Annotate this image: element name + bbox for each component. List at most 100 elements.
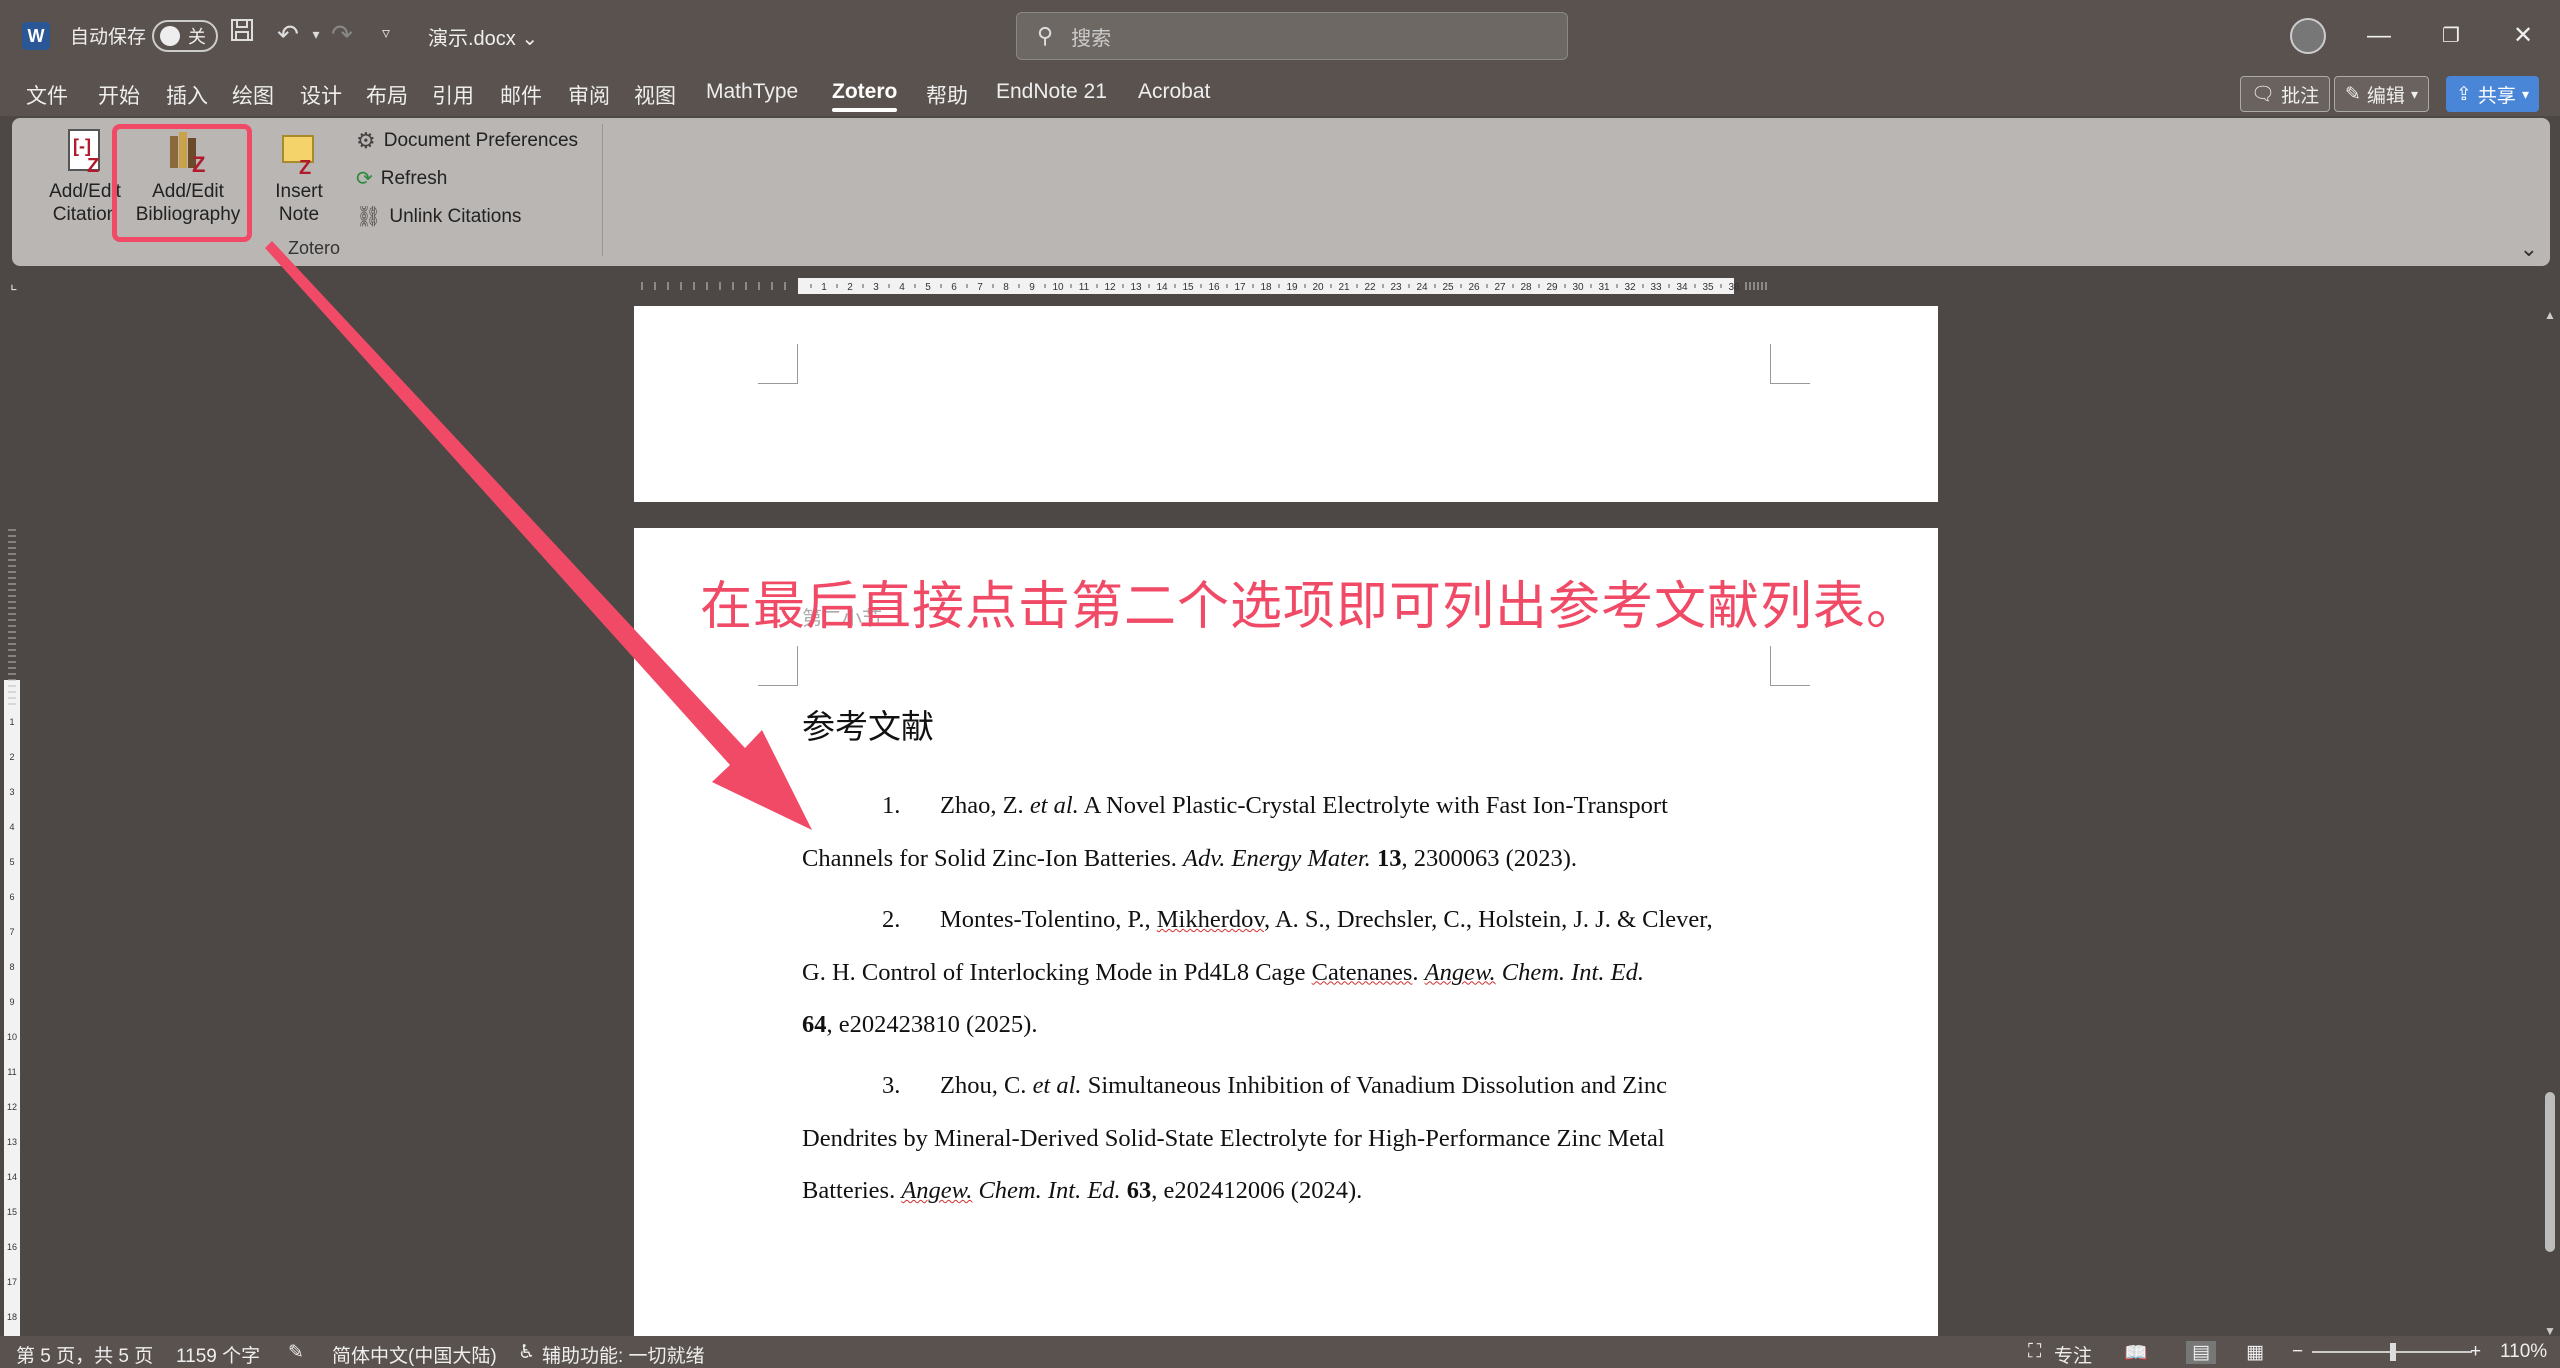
- ruler-tick-label: 7: [9, 927, 14, 937]
- tab-zotero[interactable]: Zotero: [832, 80, 898, 112]
- tab-insert[interactable]: 插入: [166, 80, 208, 110]
- tab-endnote[interactable]: EndNote 21: [996, 80, 1107, 104]
- tab-acrobat[interactable]: Acrobat: [1138, 80, 1210, 104]
- tab-file[interactable]: 文件: [26, 80, 68, 110]
- read-mode-icon[interactable]: 📖: [2124, 1341, 2148, 1365]
- tab-draw[interactable]: 绘图: [232, 80, 274, 110]
- ruler-tick-label: 23: [1390, 282, 1402, 293]
- reference-item[interactable]: 2. Montes-Tolentino, P., Mikherdov, A. S.…: [802, 894, 1770, 1052]
- comment-button[interactable]: 🗨 批注: [2240, 76, 2331, 112]
- customize-toolbar-icon[interactable]: ▿: [368, 16, 404, 52]
- unlink-icon: ⛓: [356, 206, 382, 228]
- collapse-ribbon-icon[interactable]: ⌄: [2520, 236, 2538, 262]
- ruler-tick-label: 10: [1052, 282, 1064, 293]
- tab-mathtype[interactable]: MathType: [706, 80, 798, 104]
- vertical-scrollbar[interactable]: ▲ ▼: [2540, 306, 2560, 1340]
- ruler-tick-label: 18: [7, 1312, 17, 1322]
- zoom-in-icon[interactable]: +: [2470, 1341, 2481, 1363]
- scroll-up-icon[interactable]: ▲: [2544, 308, 2556, 322]
- note-label-2: Note: [278, 204, 320, 225]
- search-placeholder: 搜索: [1071, 27, 1112, 50]
- unlink-citations-button[interactable]: ⛓ Unlink Citations: [356, 204, 521, 229]
- refresh-button[interactable]: ⟳ Refresh: [356, 166, 447, 191]
- gear-icon: ⚙: [356, 128, 376, 153]
- search-icon: ⚲: [1037, 23, 1054, 48]
- page-count[interactable]: 第 5 页，共 5 页: [16, 1341, 153, 1368]
- ruler-tick-label: 4: [9, 822, 14, 832]
- web-layout-icon[interactable]: ▦: [2246, 1341, 2264, 1364]
- avatar[interactable]: [2290, 18, 2326, 54]
- language[interactable]: 简体中文(中国大陆): [332, 1341, 497, 1368]
- tab-view[interactable]: 视图: [634, 80, 676, 110]
- ruler-tick-label: 9: [1029, 282, 1035, 293]
- proofing-icon[interactable]: ✎: [288, 1341, 304, 1364]
- citation-icon: [-] Z: [61, 128, 109, 177]
- ruler-tick-label: 32: [1624, 282, 1636, 293]
- tab-mailings[interactable]: 邮件: [500, 80, 542, 110]
- ruler-tick-label: 6: [951, 282, 957, 293]
- autosave-toggle[interactable]: 关: [152, 20, 218, 52]
- unlink-citations-label: Unlink Citations: [389, 205, 522, 227]
- zoom-slider-thumb[interactable]: [2390, 1343, 2396, 1361]
- horizontal-ruler[interactable]: 1 2 3 4 5 6 7 8 9 10 11 12 13 14 15 16 17 18 19 20 21 22 23 24 2…: [636, 278, 1772, 294]
- reference-number: 2.: [882, 906, 901, 933]
- ruler-tick-label: 13: [7, 1137, 17, 1147]
- ruler-tick-label: 3: [873, 282, 879, 293]
- ruler-tick-label: 34: [1676, 282, 1688, 293]
- word-count[interactable]: 1159 个字: [176, 1341, 260, 1368]
- ruler-tick-label: 8: [1003, 282, 1009, 293]
- autosave-state: 关: [188, 27, 206, 47]
- ruler-tick-label: 14: [1156, 282, 1168, 293]
- zoom-level[interactable]: 110%: [2500, 1341, 2547, 1363]
- references-heading: 参考文献: [802, 707, 934, 746]
- ruler-tick-label: 12: [1104, 282, 1116, 293]
- tab-layout[interactable]: 布局: [366, 80, 408, 110]
- tab-home[interactable]: 开始: [98, 80, 140, 110]
- reference-number: 3.: [882, 1072, 901, 1099]
- edit-mode-button[interactable]: ✎ 编辑 ▾: [2334, 76, 2429, 112]
- document-name[interactable]: 演示.docx ⌄: [428, 22, 538, 51]
- tab-help[interactable]: 帮助: [926, 80, 968, 110]
- accessibility-status[interactable]: 辅助功能: 一切就绪: [542, 1341, 705, 1368]
- document-preferences-button[interactable]: ⚙ Document Preferences: [356, 128, 578, 154]
- restore-icon[interactable]: ❐: [2426, 14, 2476, 58]
- insert-note-button[interactable]: Z Insert Note: [258, 128, 340, 226]
- ruler-tick-label: 10: [7, 1032, 17, 1042]
- ruler-row: ⌞ 1 2 3 4 5 6 7 8 9 10 11 12 13 14 15 16 17 18 19 20 21 22 23 2…: [0, 270, 2560, 300]
- ruler-tick-label: 30: [1572, 282, 1584, 293]
- ruler-tick-label: 18: [1260, 282, 1272, 293]
- ruler-tick-label: 25: [1442, 282, 1454, 293]
- ruler-tick-label: 14: [7, 1172, 17, 1182]
- reference-item[interactable]: 1. Zhao, Z. et al. A Novel Plastic-Crysta…: [802, 780, 1770, 885]
- close-icon[interactable]: ✕: [2498, 14, 2548, 58]
- tab-selector-icon[interactable]: ⌞: [10, 274, 18, 294]
- tab-design[interactable]: 设计: [300, 80, 342, 110]
- zoom-slider[interactable]: [2312, 1343, 2472, 1361]
- ruler-tick-label: 1: [821, 282, 827, 293]
- ruler-tick-label: 19: [1286, 282, 1298, 293]
- reference-item[interactable]: 3. Zhou, C. et al. Simultaneous Inhibitio…: [802, 1060, 1770, 1218]
- tab-review[interactable]: 审阅: [568, 80, 610, 110]
- vertical-ruler[interactable]: 123456789101112131415161718: [4, 520, 20, 1340]
- ruler-tick-label: 3: [9, 787, 14, 797]
- ruler-tick-label: 13: [1130, 282, 1142, 293]
- share-button[interactable]: ⇪ 共享 ▾: [2446, 76, 2539, 112]
- save-icon[interactable]: [224, 16, 260, 52]
- redo-icon[interactable]: ↷: [324, 16, 360, 52]
- svg-text:Z: Z: [299, 157, 311, 176]
- ruler-tick-label: 2: [847, 282, 853, 293]
- page-4[interactable]: [634, 306, 1938, 502]
- note-label-1: Insert: [275, 181, 323, 202]
- ruler-tick-label: 12: [7, 1102, 17, 1112]
- tab-references[interactable]: 引用: [432, 80, 474, 110]
- ruler-tick-label: 22: [1364, 282, 1376, 293]
- focus-mode[interactable]: 专注: [2054, 1341, 2092, 1368]
- zoom-out-icon[interactable]: −: [2292, 1341, 2303, 1363]
- minimize-icon[interactable]: —: [2354, 14, 2404, 58]
- ruler-tick-label: 16: [7, 1242, 17, 1252]
- ruler-tick-label: 1: [9, 717, 14, 727]
- ruler-tick-label: 7: [977, 282, 983, 293]
- print-layout-icon[interactable]: ▤: [2186, 1341, 2216, 1364]
- search-box[interactable]: ⚲ 搜索: [1016, 12, 1568, 60]
- scroll-thumb[interactable]: [2545, 1092, 2555, 1252]
